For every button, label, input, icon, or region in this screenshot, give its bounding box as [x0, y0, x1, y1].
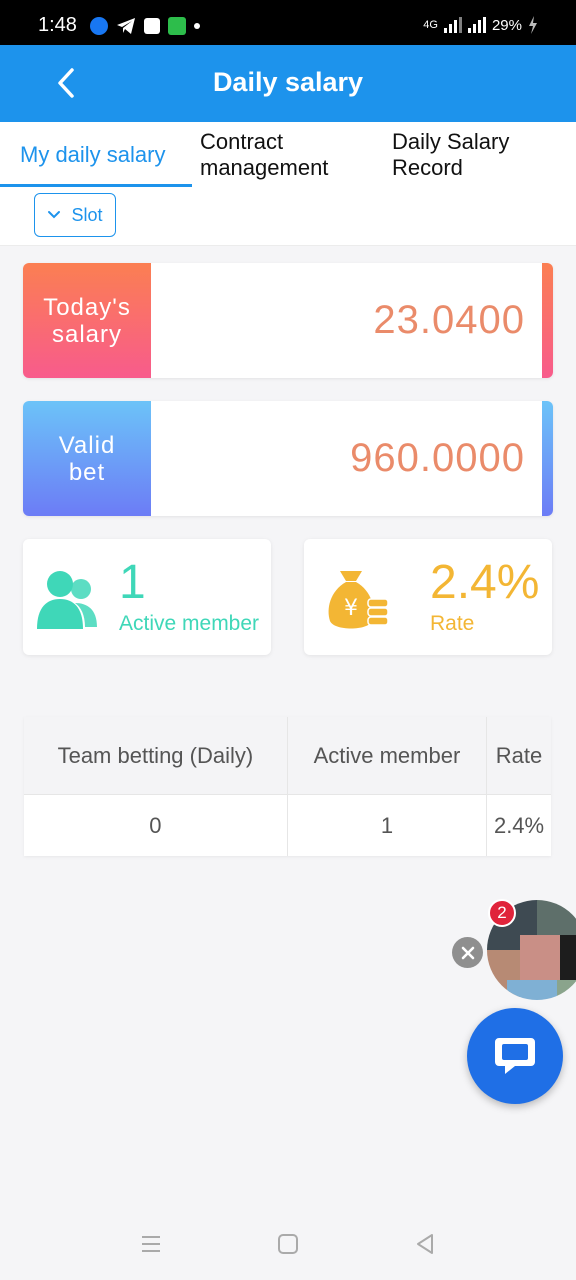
label-line-1: Valid — [58, 431, 116, 459]
avatar — [557, 980, 576, 1000]
active-tab-indicator — [0, 184, 192, 187]
svg-text:¥: ¥ — [344, 596, 358, 621]
recent-apps-icon[interactable] — [140, 1232, 162, 1256]
team-betting-table: Team betting (Daily) Active member Rate … — [24, 717, 551, 856]
label-line-2: bet — [68, 458, 106, 486]
chat-bubble-icon — [495, 1038, 535, 1074]
active-member-label: Active member — [119, 612, 260, 635]
back-nav-icon[interactable] — [414, 1232, 436, 1256]
todays-salary-value: 23.0400 — [373, 298, 525, 342]
rate-value: 2.4% — [430, 556, 540, 609]
card-accent-edge — [542, 401, 553, 516]
cell-active-member: 1 — [287, 794, 488, 856]
todays-salary-card: Today's salary 23.0400 — [23, 263, 553, 378]
shopping-bag-icon — [144, 18, 160, 34]
tab-contract-management[interactable]: Contract management — [200, 122, 350, 188]
card-accent-edge — [542, 263, 553, 378]
table-row: 0 1 2.4% — [24, 794, 551, 856]
active-member-count: 1 — [119, 556, 146, 609]
money-bag-icon: ¥ — [328, 571, 389, 629]
tab-my-daily-salary[interactable]: My daily salary — [20, 122, 165, 188]
table-header-row: Team betting (Daily) Active member Rate — [24, 717, 551, 795]
telegram-icon — [117, 18, 135, 34]
close-icon — [461, 946, 474, 959]
filter-row: Slot — [0, 188, 576, 246]
page-title: Daily salary — [212, 67, 364, 97]
avatar — [507, 980, 557, 1000]
game-type-dropdown[interactable]: Slot — [34, 193, 116, 237]
home-icon[interactable] — [277, 1232, 299, 1256]
column-header-team-betting: Team betting (Daily) — [24, 717, 288, 795]
active-member-card: 1 Active member — [23, 539, 271, 655]
app-header: Daily salary — [0, 45, 576, 122]
facebook-icon — [90, 17, 108, 35]
dropdown-selected-value: Slot — [71, 204, 103, 225]
tab-daily-salary-record[interactable]: Daily Salary Record — [392, 122, 542, 188]
status-time: 1:48 — [38, 14, 77, 36]
close-chat-heads-button[interactable] — [452, 937, 483, 968]
tab-bar: My daily salary Contract management Dail… — [0, 122, 576, 189]
battery-level: 29% — [491, 16, 522, 34]
label-line-1: Today's — [43, 293, 131, 321]
cell-rate: 2.4% — [486, 794, 551, 856]
signal-strength-2-icon — [467, 17, 486, 33]
signal-strength-icon — [443, 17, 462, 33]
cell-team-betting: 0 — [24, 794, 288, 856]
notification-icons — [90, 17, 200, 35]
todays-salary-label: Today's salary — [23, 263, 151, 378]
users-icon — [37, 571, 97, 629]
more-notifications-dot-icon — [194, 23, 200, 29]
live-chat-button[interactable] — [467, 1008, 563, 1104]
label-line-2: salary — [51, 320, 123, 348]
chevron-down-icon — [48, 211, 61, 219]
avatar — [520, 935, 560, 980]
network-type: 4G — [423, 19, 438, 31]
tab-label: Daily Salary Record — [392, 129, 510, 180]
daily-salary-screen: 1:48 4G 29% Daily salary My daily salary… — [0, 0, 576, 1280]
tab-label: Contract management — [200, 129, 329, 180]
valid-bet-label: Valid bet — [23, 401, 151, 516]
rate-label: Rate — [430, 612, 475, 635]
unread-badge: 2 — [488, 899, 516, 927]
system-indicators: 4G 29% — [423, 16, 538, 34]
app-notification-icon — [168, 17, 186, 35]
rate-card: ¥ 2.4% Rate — [304, 539, 552, 655]
status-bar: 1:48 4G 29% — [0, 0, 576, 45]
column-header-active-member: Active member — [287, 717, 488, 795]
avatar — [560, 935, 576, 980]
column-header-rate: Rate — [486, 717, 551, 795]
valid-bet-value: 960.0000 — [350, 436, 525, 480]
system-navigation-bar — [0, 1210, 576, 1280]
charging-icon — [529, 16, 537, 34]
valid-bet-card: Valid bet 960.0000 — [23, 401, 553, 516]
